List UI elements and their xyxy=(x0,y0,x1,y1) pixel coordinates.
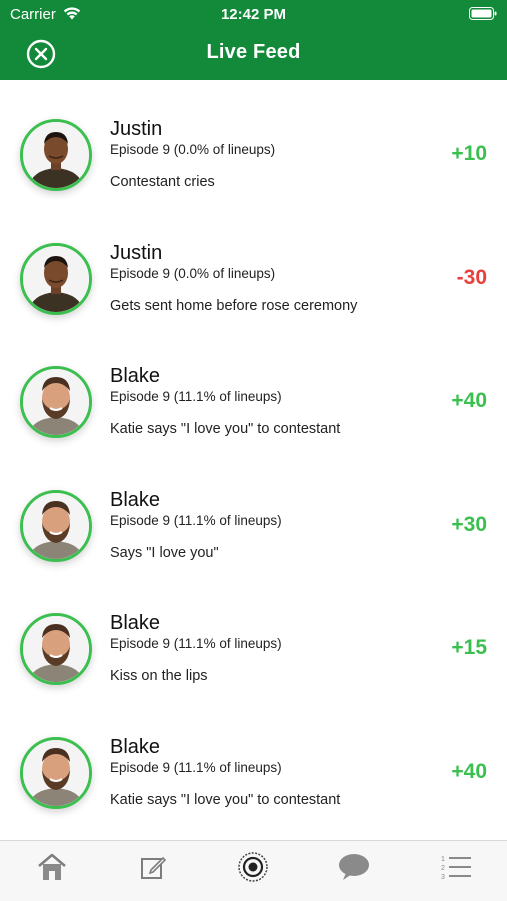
tab-bar: 1 2 3 xyxy=(0,840,507,901)
live-feed-list[interactable]: Justin Episode 9 (0.0% of lineups) Conte… xyxy=(0,80,507,840)
contestant-name: Blake xyxy=(110,488,161,511)
feed-item[interactable]: Blake Episode 9 (11.1% of lineups) Kiss … xyxy=(0,574,507,698)
event-description: Kiss on the lips xyxy=(110,668,208,684)
contestant-avatar xyxy=(20,613,92,685)
tab-rankings[interactable]: 1 2 3 xyxy=(436,849,476,885)
event-description: Says "I love you" xyxy=(110,544,219,561)
points-value: +10 xyxy=(451,142,487,165)
tab-live-feed[interactable] xyxy=(233,849,273,885)
feed-item[interactable]: Justin Episode 9 (0.0% of lineups) Conte… xyxy=(0,80,507,204)
event-description: Gets sent home before rose ceremony xyxy=(110,297,358,314)
tab-chat[interactable] xyxy=(334,849,374,885)
event-description: Katie says "I love you" to contestant xyxy=(110,791,341,808)
contestant-name: Blake xyxy=(110,735,161,758)
contestant-avatar xyxy=(20,366,92,438)
points-value: +40 xyxy=(451,759,487,783)
status-time: 12:42 PM xyxy=(220,6,287,23)
contestant-name: Blake xyxy=(110,365,161,387)
episode-info: Episode 9 (11.1% of lineups) xyxy=(110,512,282,528)
contestant-avatar xyxy=(20,736,92,809)
feed-item[interactable]: Justin Episode 9 (0.0% of lineups) Gets … xyxy=(0,204,507,328)
status-bar: Carrier 12:42 PM xyxy=(0,0,507,28)
contestant-avatar xyxy=(20,489,92,562)
feed-item[interactable]: Blake Episode 9 (11.1% of lineups) Katie… xyxy=(0,327,507,451)
contestant-avatar xyxy=(20,242,92,315)
svg-text:1: 1 xyxy=(441,856,445,863)
svg-text:2: 2 xyxy=(441,865,445,872)
rankings-list-icon: 1 2 3 xyxy=(441,856,471,881)
event-description: Contestant cries xyxy=(110,174,215,190)
episode-info: Episode 9 (11.1% of lineups) xyxy=(110,636,282,651)
points-value: +40 xyxy=(451,389,487,412)
live-feed-icon xyxy=(238,852,268,882)
episode-info: Episode 9 (0.0% of lineups) xyxy=(110,265,276,281)
tab-edit[interactable] xyxy=(133,849,173,885)
home-icon xyxy=(38,853,66,880)
battery-icon xyxy=(469,7,497,20)
edit-icon xyxy=(141,856,167,879)
app-header: Live Feed xyxy=(0,28,507,80)
svg-text:3: 3 xyxy=(441,874,445,881)
page-title: Live Feed xyxy=(206,41,301,63)
points-value: +15 xyxy=(451,636,487,659)
contestant-name: Justin xyxy=(110,118,163,140)
event-description: Katie says "I love you" to contestant xyxy=(110,421,341,437)
feed-item[interactable]: Blake Episode 9 (11.1% of lineups) Says … xyxy=(0,451,507,575)
contestant-name: Justin xyxy=(110,241,163,264)
episode-info: Episode 9 (11.1% of lineups) xyxy=(110,389,282,404)
points-value: -30 xyxy=(456,265,487,289)
contestant-avatar xyxy=(20,119,92,191)
feed-item[interactable]: Blake Episode 9 (11.1% of lineups) Katie… xyxy=(0,698,507,822)
episode-info: Episode 9 (0.0% of lineups) xyxy=(110,142,276,157)
tab-home[interactable] xyxy=(32,849,72,885)
contestant-name: Blake xyxy=(110,612,161,634)
chat-icon xyxy=(339,854,369,880)
points-value: +30 xyxy=(451,512,487,536)
episode-info: Episode 9 (11.1% of lineups) xyxy=(110,759,282,775)
